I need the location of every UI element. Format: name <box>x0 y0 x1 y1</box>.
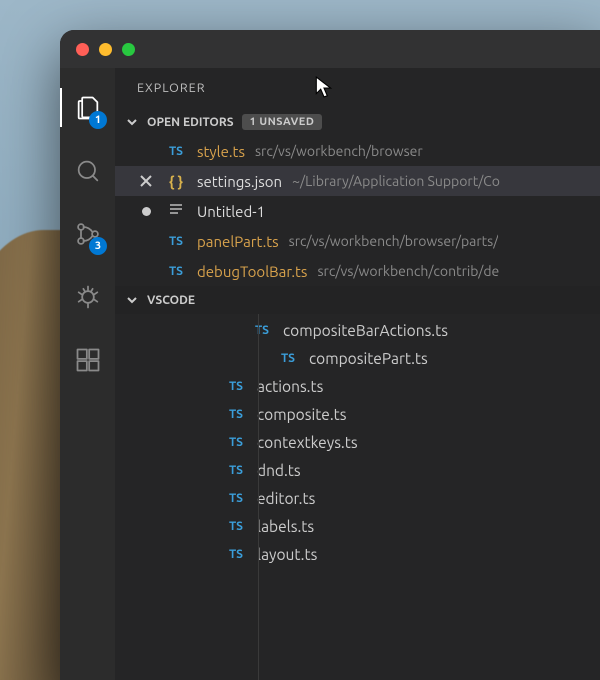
vscode-window: 1 3 EXPLORER <box>60 30 600 680</box>
debug-icon <box>74 283 102 311</box>
ts-file-icon: TS <box>165 145 187 158</box>
tree-file[interactable]: TS compositeBarActions.ts <box>115 316 600 344</box>
explorer-sidebar: EXPLORER OPEN EDITORS 1 UNSAVED TS style.… <box>115 68 600 680</box>
open-editors-list: TS style.ts src/vs/workbench/browser { } set… <box>115 136 600 286</box>
activity-search[interactable] <box>60 143 115 198</box>
extensions-icon <box>74 346 102 374</box>
file-name: compositeBarActions.ts <box>283 322 448 339</box>
sidebar-title-label: EXPLORER <box>137 81 206 95</box>
open-editor-item[interactable]: TS panelPart.ts src/vs/workbench/browser/p… <box>115 226 600 256</box>
ts-file-icon: TS <box>277 352 299 365</box>
file-name: editor.ts <box>257 490 315 507</box>
ts-file-icon: TS <box>165 235 187 248</box>
file-name: contextkeys.ts <box>257 434 358 451</box>
open-editor-item[interactable]: TS style.ts src/vs/workbench/browser <box>115 136 600 166</box>
ts-file-icon: TS <box>165 265 187 278</box>
explorer-badge: 1 <box>89 111 107 129</box>
search-icon <box>74 157 102 185</box>
open-editors-header[interactable]: OPEN EDITORS 1 UNSAVED <box>115 108 600 136</box>
file-path: ~/Library/Application Support/Co <box>292 173 500 189</box>
activity-explorer[interactable]: 1 <box>60 80 115 135</box>
activity-extensions[interactable] <box>60 332 115 387</box>
unsaved-dot-icon[interactable] <box>137 207 155 216</box>
file-path: src/vs/workbench/browser/parts/ <box>289 233 499 249</box>
file-name: labels.ts <box>257 518 314 535</box>
activity-bar: 1 3 <box>60 68 115 680</box>
json-file-icon: { } <box>165 173 187 190</box>
tree-file[interactable]: TS labels.ts <box>115 512 600 540</box>
file-tree: TS compositeBarActions.ts TS compositePart.… <box>115 314 600 680</box>
tree-file[interactable]: TS layout.ts <box>115 540 600 568</box>
tree-file[interactable]: TS editor.ts <box>115 484 600 512</box>
ts-file-icon: TS <box>225 548 247 561</box>
txt-file-icon <box>165 202 187 221</box>
file-name: composite.ts <box>257 406 346 423</box>
activity-run-debug[interactable] <box>60 269 115 324</box>
ts-file-icon: TS <box>225 380 247 393</box>
titlebar[interactable] <box>60 30 600 68</box>
workspace-header[interactable]: VSCODE <box>115 286 600 314</box>
close-icon[interactable] <box>137 174 155 188</box>
open-editor-item[interactable]: { } settings.json ~/Library/Application Su… <box>115 166 600 196</box>
file-name: compositePart.ts <box>309 350 428 367</box>
ts-file-icon: TS <box>251 324 273 337</box>
open-editor-item[interactable]: TS debugToolBar.ts src/vs/workbench/contri… <box>115 256 600 286</box>
file-path: src/vs/workbench/contrib/de <box>317 263 499 279</box>
scm-badge: 3 <box>89 237 107 255</box>
chevron-down-icon <box>125 294 139 306</box>
ts-file-icon: TS <box>225 436 247 449</box>
ts-file-icon: TS <box>225 520 247 533</box>
window-close-button[interactable] <box>76 43 89 56</box>
open-editors-label: OPEN EDITORS <box>147 116 234 129</box>
open-editor-item[interactable]: Untitled-1 <box>115 196 600 226</box>
ts-file-icon: TS <box>225 492 247 505</box>
mouse-cursor-icon <box>315 76 333 101</box>
file-name: debugToolBar.ts <box>197 263 307 280</box>
unsaved-badge: 1 UNSAVED <box>242 114 323 130</box>
file-path: src/vs/workbench/browser <box>255 143 423 159</box>
sidebar-title: EXPLORER <box>115 68 600 108</box>
tree-file[interactable]: TS dnd.ts <box>115 456 600 484</box>
ts-file-icon: TS <box>225 464 247 477</box>
tree-file[interactable]: TS contextkeys.ts <box>115 428 600 456</box>
file-name: style.ts <box>197 143 245 160</box>
workspace-label: VSCODE <box>147 294 195 307</box>
activity-source-control[interactable]: 3 <box>60 206 115 261</box>
window-minimize-button[interactable] <box>99 43 112 56</box>
file-name: layout.ts <box>257 546 317 563</box>
chevron-down-icon <box>125 116 139 128</box>
file-name: panelPart.ts <box>197 233 279 250</box>
tree-file[interactable]: TS actions.ts <box>115 372 600 400</box>
indent-guide <box>258 314 259 680</box>
file-name: actions.ts <box>257 378 323 395</box>
tree-file[interactable]: TS compositePart.ts <box>115 344 600 372</box>
window-maximize-button[interactable] <box>122 43 135 56</box>
file-name: Untitled-1 <box>197 203 265 220</box>
file-name: settings.json <box>197 173 282 190</box>
file-name: dnd.ts <box>257 462 301 479</box>
ts-file-icon: TS <box>225 408 247 421</box>
tree-file[interactable]: TS composite.ts <box>115 400 600 428</box>
